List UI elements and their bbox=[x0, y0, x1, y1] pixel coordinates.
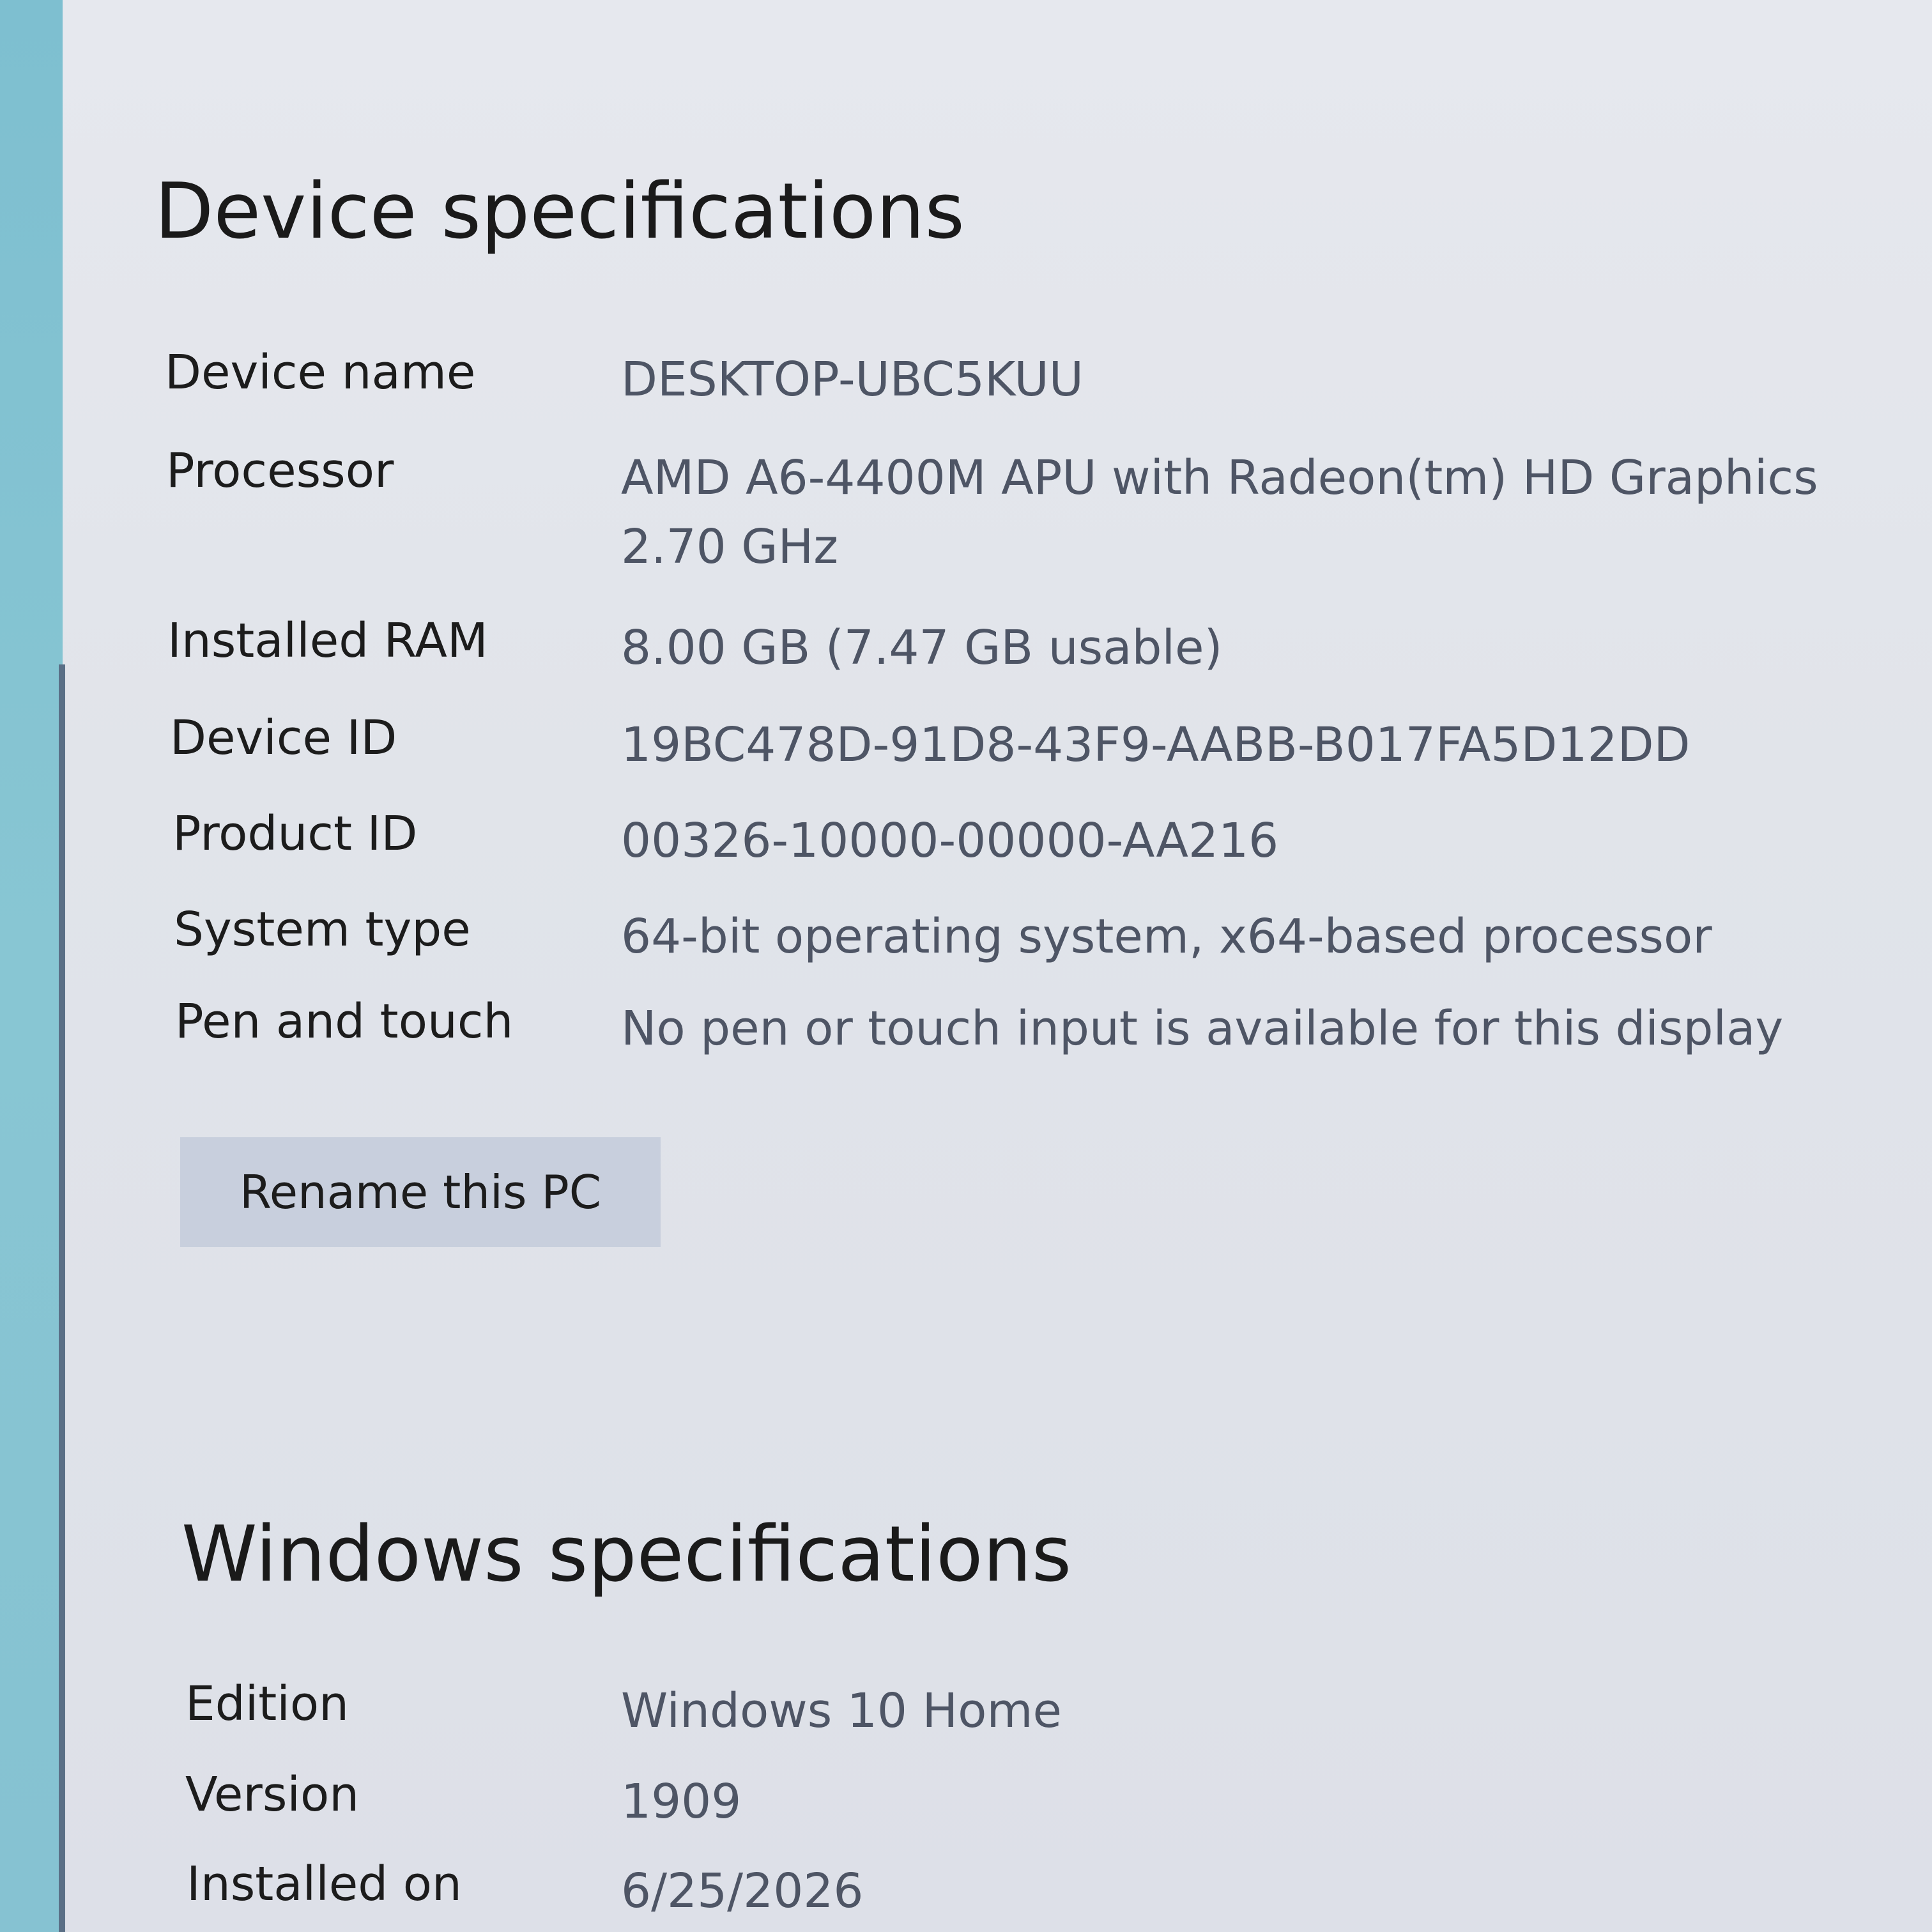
device-specifications-heading: Device specifications bbox=[155, 167, 965, 256]
pen-and-touch-value: No pen or touch input is available for t… bbox=[621, 1001, 1784, 1056]
windows-specifications-heading: Windows specifications bbox=[181, 1510, 1072, 1599]
installed-ram-label: Installed RAM bbox=[167, 613, 488, 668]
device-id-label: Device ID bbox=[170, 710, 397, 765]
panel-border bbox=[59, 664, 65, 1932]
device-id-value: 19BC478D-91D8-43F9-AABB-B017FA5D12DD bbox=[621, 717, 1690, 772]
system-type-label: System type bbox=[174, 902, 471, 957]
processor-label: Processor bbox=[166, 443, 394, 498]
device-name-label: Device name bbox=[165, 345, 476, 400]
product-id-label: Product ID bbox=[172, 806, 418, 861]
installed-on-label: Installed on bbox=[187, 1857, 462, 1912]
installed-on-value: 6/25/2026 bbox=[621, 1864, 864, 1919]
installed-ram-value: 8.00 GB (7.47 GB usable) bbox=[621, 620, 1223, 675]
rename-this-pc-button[interactable]: Rename this PC bbox=[180, 1137, 661, 1247]
edition-value: Windows 10 Home bbox=[621, 1683, 1062, 1738]
processor-value: AMD A6-4400M APU with Radeon(tm) HD Grap… bbox=[621, 450, 1818, 574]
device-name-value: DESKTOP-UBC5KUU bbox=[621, 352, 1084, 407]
system-type-value: 64-bit operating system, x64-based proce… bbox=[621, 909, 1712, 964]
left-window-edge bbox=[0, 0, 63, 1932]
pen-and-touch-label: Pen and touch bbox=[175, 994, 514, 1049]
edition-label: Edition bbox=[185, 1676, 349, 1731]
version-label: Version bbox=[185, 1767, 360, 1822]
product-id-value: 00326-10000-00000-AA216 bbox=[621, 813, 1279, 868]
version-value: 1909 bbox=[621, 1774, 742, 1829]
